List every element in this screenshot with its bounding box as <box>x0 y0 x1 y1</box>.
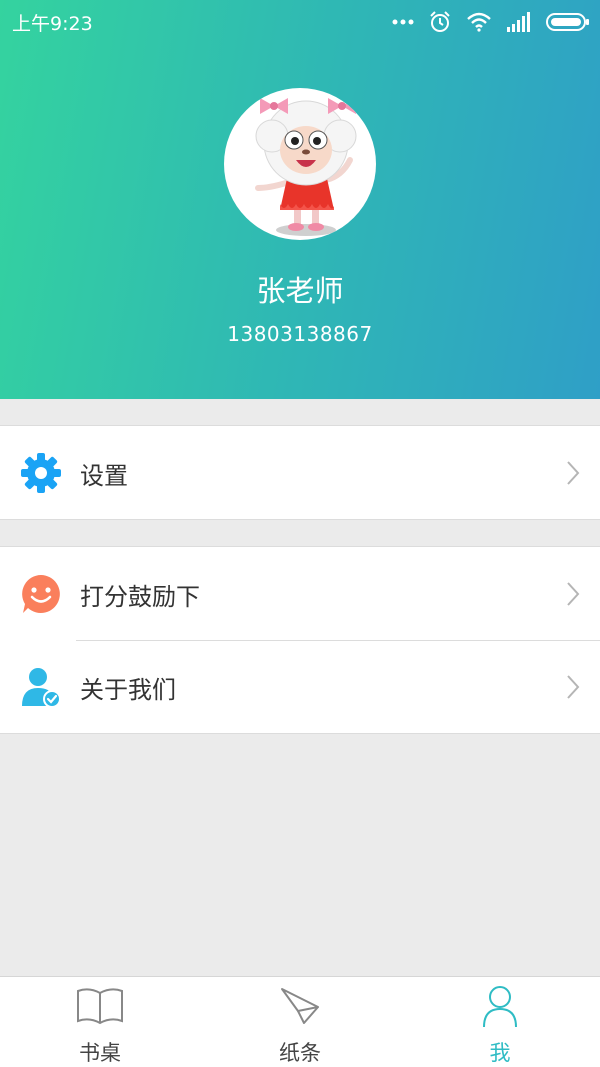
chevron-right-icon <box>567 675 580 699</box>
signal-icon <box>507 12 530 32</box>
chevron-right-icon <box>567 461 580 485</box>
menu-group-settings: 设置 <box>0 425 600 520</box>
profile-header: 上午9:23 张老师 13803138867 <box>0 0 600 399</box>
status-bar: 上午9:23 <box>0 0 600 44</box>
tab-notes[interactable]: 纸条 <box>200 977 400 1067</box>
rate-item[interactable]: 打分鼓励下 <box>0 547 600 640</box>
settings-label: 设置 <box>80 462 128 490</box>
person-icon <box>483 986 517 1028</box>
paper-plane-icon <box>281 988 319 1024</box>
avatar-image <box>255 98 357 236</box>
status-icons <box>392 8 590 36</box>
tab-notes-label: 纸条 <box>279 1041 321 1065</box>
about-label: 关于我们 <box>80 676 176 704</box>
more-dots-icon <box>392 19 414 25</box>
tab-desk-label: 书桌 <box>79 1041 121 1065</box>
status-time: 上午9:23 <box>12 13 93 35</box>
tab-me-label: 我 <box>489 1041 511 1065</box>
chevron-right-icon <box>567 582 580 606</box>
tab-me[interactable]: 我 <box>400 977 600 1067</box>
about-item[interactable]: 关于我们 <box>0 640 600 733</box>
user-check-icon <box>22 668 61 708</box>
book-icon <box>77 988 123 1025</box>
gear-icon <box>21 453 61 493</box>
avatar[interactable] <box>224 88 376 240</box>
tab-desk[interactable]: 书桌 <box>0 977 200 1067</box>
smiley-chat-icon <box>22 575 60 613</box>
alarm-icon <box>430 11 450 32</box>
settings-item[interactable]: 设置 <box>0 426 600 519</box>
battery-icon <box>546 13 589 31</box>
bottom-tab-bar: 书桌 纸条 我 <box>0 976 600 1067</box>
wifi-icon <box>467 12 491 32</box>
menu-group-more: 打分鼓励下 关于我们 <box>0 546 600 734</box>
rate-label: 打分鼓励下 <box>80 583 200 611</box>
user-name: 张老师 <box>256 274 344 308</box>
user-phone: 13803138867 <box>227 322 373 346</box>
